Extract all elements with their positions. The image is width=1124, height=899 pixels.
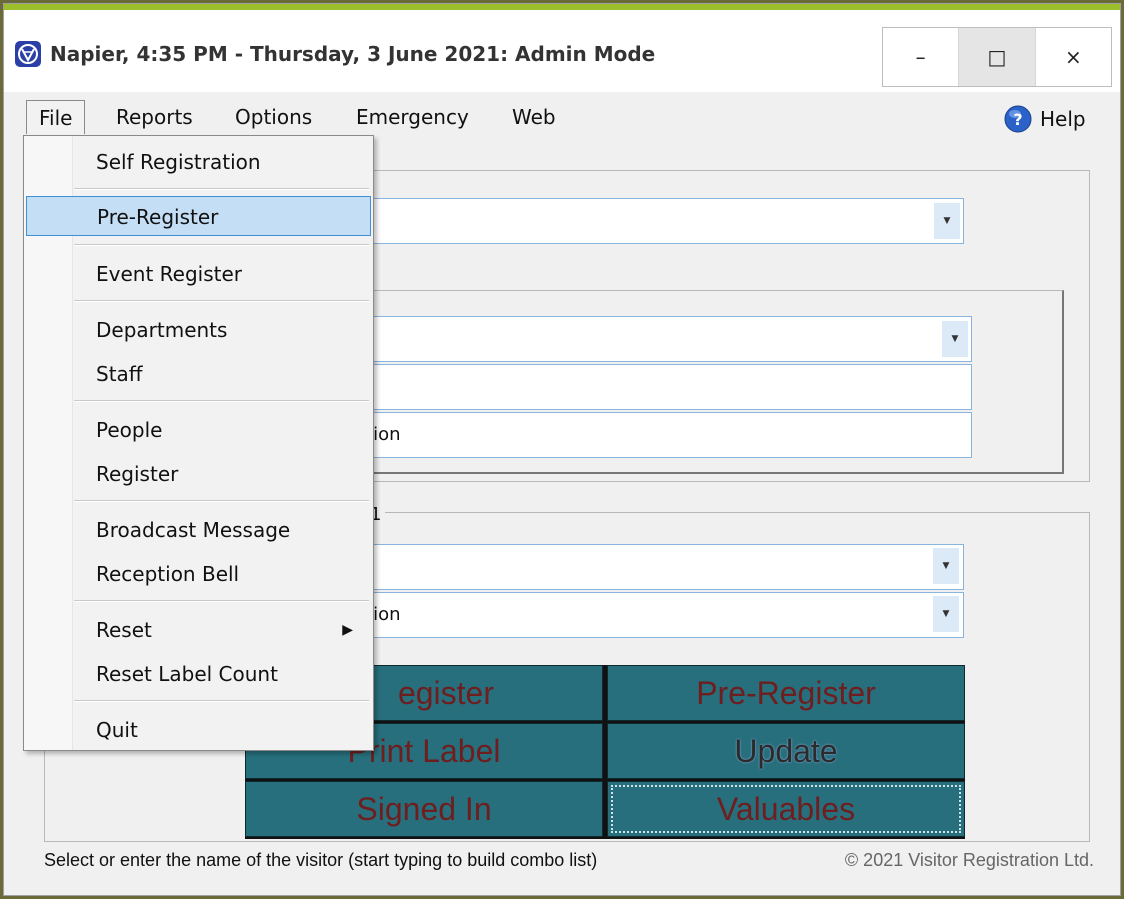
menu-bar: File Reports Options Emergency Web ? Hel…: [4, 92, 1120, 136]
menu-item-pre-register[interactable]: Pre-Register: [26, 196, 371, 236]
menu-item-reset-label-count[interactable]: Reset Label Count: [26, 654, 371, 694]
app-window: Napier, 4:35 PM - Thursday, 3 June 2021:…: [3, 3, 1121, 896]
menu-separator: [74, 244, 369, 246]
copyright-text: © 2021 Visitor Registration Ltd.: [844, 850, 1094, 870]
location-combo[interactable]: ation: [344, 592, 964, 638]
chevron-down-icon[interactable]: ▼: [933, 548, 959, 584]
host-combo[interactable]: n: [344, 544, 964, 590]
details-field-b[interactable]: [344, 364, 972, 410]
valuables-button[interactable]: Valuables: [607, 781, 965, 837]
menu-separator: [74, 300, 369, 302]
status-bar: Select or enter the name of the visitor …: [44, 846, 1094, 876]
menu-item-staff[interactable]: Staff: [26, 354, 371, 394]
help-menu[interactable]: ? Help: [1004, 104, 1086, 134]
menu-item-register[interactable]: Register: [26, 454, 371, 494]
submenu-arrow-icon: ▶: [342, 622, 353, 638]
minimize-button[interactable]: –: [883, 28, 960, 86]
window-controls: – □ ×: [882, 27, 1112, 87]
menu-item-quit[interactable]: Quit: [26, 710, 371, 750]
menu-separator: [74, 400, 369, 402]
menu-separator: [74, 188, 369, 190]
help-label: Help: [1040, 107, 1086, 131]
chevron-down-icon[interactable]: ▼: [934, 203, 960, 239]
visitor-combo[interactable]: ▼: [344, 198, 964, 244]
close-icon: ×: [1064, 45, 1082, 69]
menu-separator: [74, 600, 369, 602]
details-field-c[interactable]: ation: [344, 412, 972, 458]
menu-separator: [74, 700, 369, 702]
chevron-down-icon[interactable]: ▼: [942, 321, 968, 357]
menu-item-people[interactable]: People: [26, 410, 371, 450]
menu-item-broadcast-message[interactable]: Broadcast Message: [26, 510, 371, 550]
menu-item-self-registration[interactable]: Self Registration: [26, 142, 371, 182]
maximize-button[interactable]: □: [959, 28, 1036, 86]
window-title: Napier, 4:35 PM - Thursday, 3 June 2021:…: [50, 42, 656, 66]
help-icon: ?: [1004, 105, 1032, 133]
menu-separator: [74, 500, 369, 502]
file-dropdown-menu: Self Registration Pre-Register Event Reg…: [23, 135, 374, 751]
chevron-down-icon[interactable]: ▼: [933, 596, 959, 632]
menu-item-reception-bell[interactable]: Reception Bell: [26, 554, 371, 594]
menu-item-reset-label: Reset: [96, 618, 152, 642]
pre-register-button[interactable]: Pre-Register: [607, 665, 965, 721]
menu-reports[interactable]: Reports: [104, 100, 205, 134]
close-button[interactable]: ×: [1036, 28, 1111, 86]
title-bar: Napier, 4:35 PM - Thursday, 3 June 2021:…: [4, 10, 1120, 92]
menu-file[interactable]: File: [26, 100, 86, 134]
signed-in-button[interactable]: Signed In: [245, 781, 603, 837]
menu-web[interactable]: Web: [500, 100, 568, 134]
details-combo[interactable]: ▼: [344, 316, 972, 362]
minimize-icon: –: [915, 45, 926, 69]
update-button[interactable]: Update: [607, 723, 965, 779]
maximize-icon: □: [987, 45, 1007, 69]
menu-item-event-register[interactable]: Event Register: [26, 254, 371, 294]
app-logo-icon: [15, 41, 41, 67]
svg-text:?: ?: [1013, 110, 1022, 129]
status-hint: Select or enter the name of the visitor …: [44, 850, 598, 870]
menu-options[interactable]: Options: [223, 100, 324, 134]
menu-emergency[interactable]: Emergency: [344, 100, 481, 134]
menu-item-departments[interactable]: Departments: [26, 310, 371, 350]
menu-item-reset[interactable]: Reset ▶: [26, 610, 371, 650]
